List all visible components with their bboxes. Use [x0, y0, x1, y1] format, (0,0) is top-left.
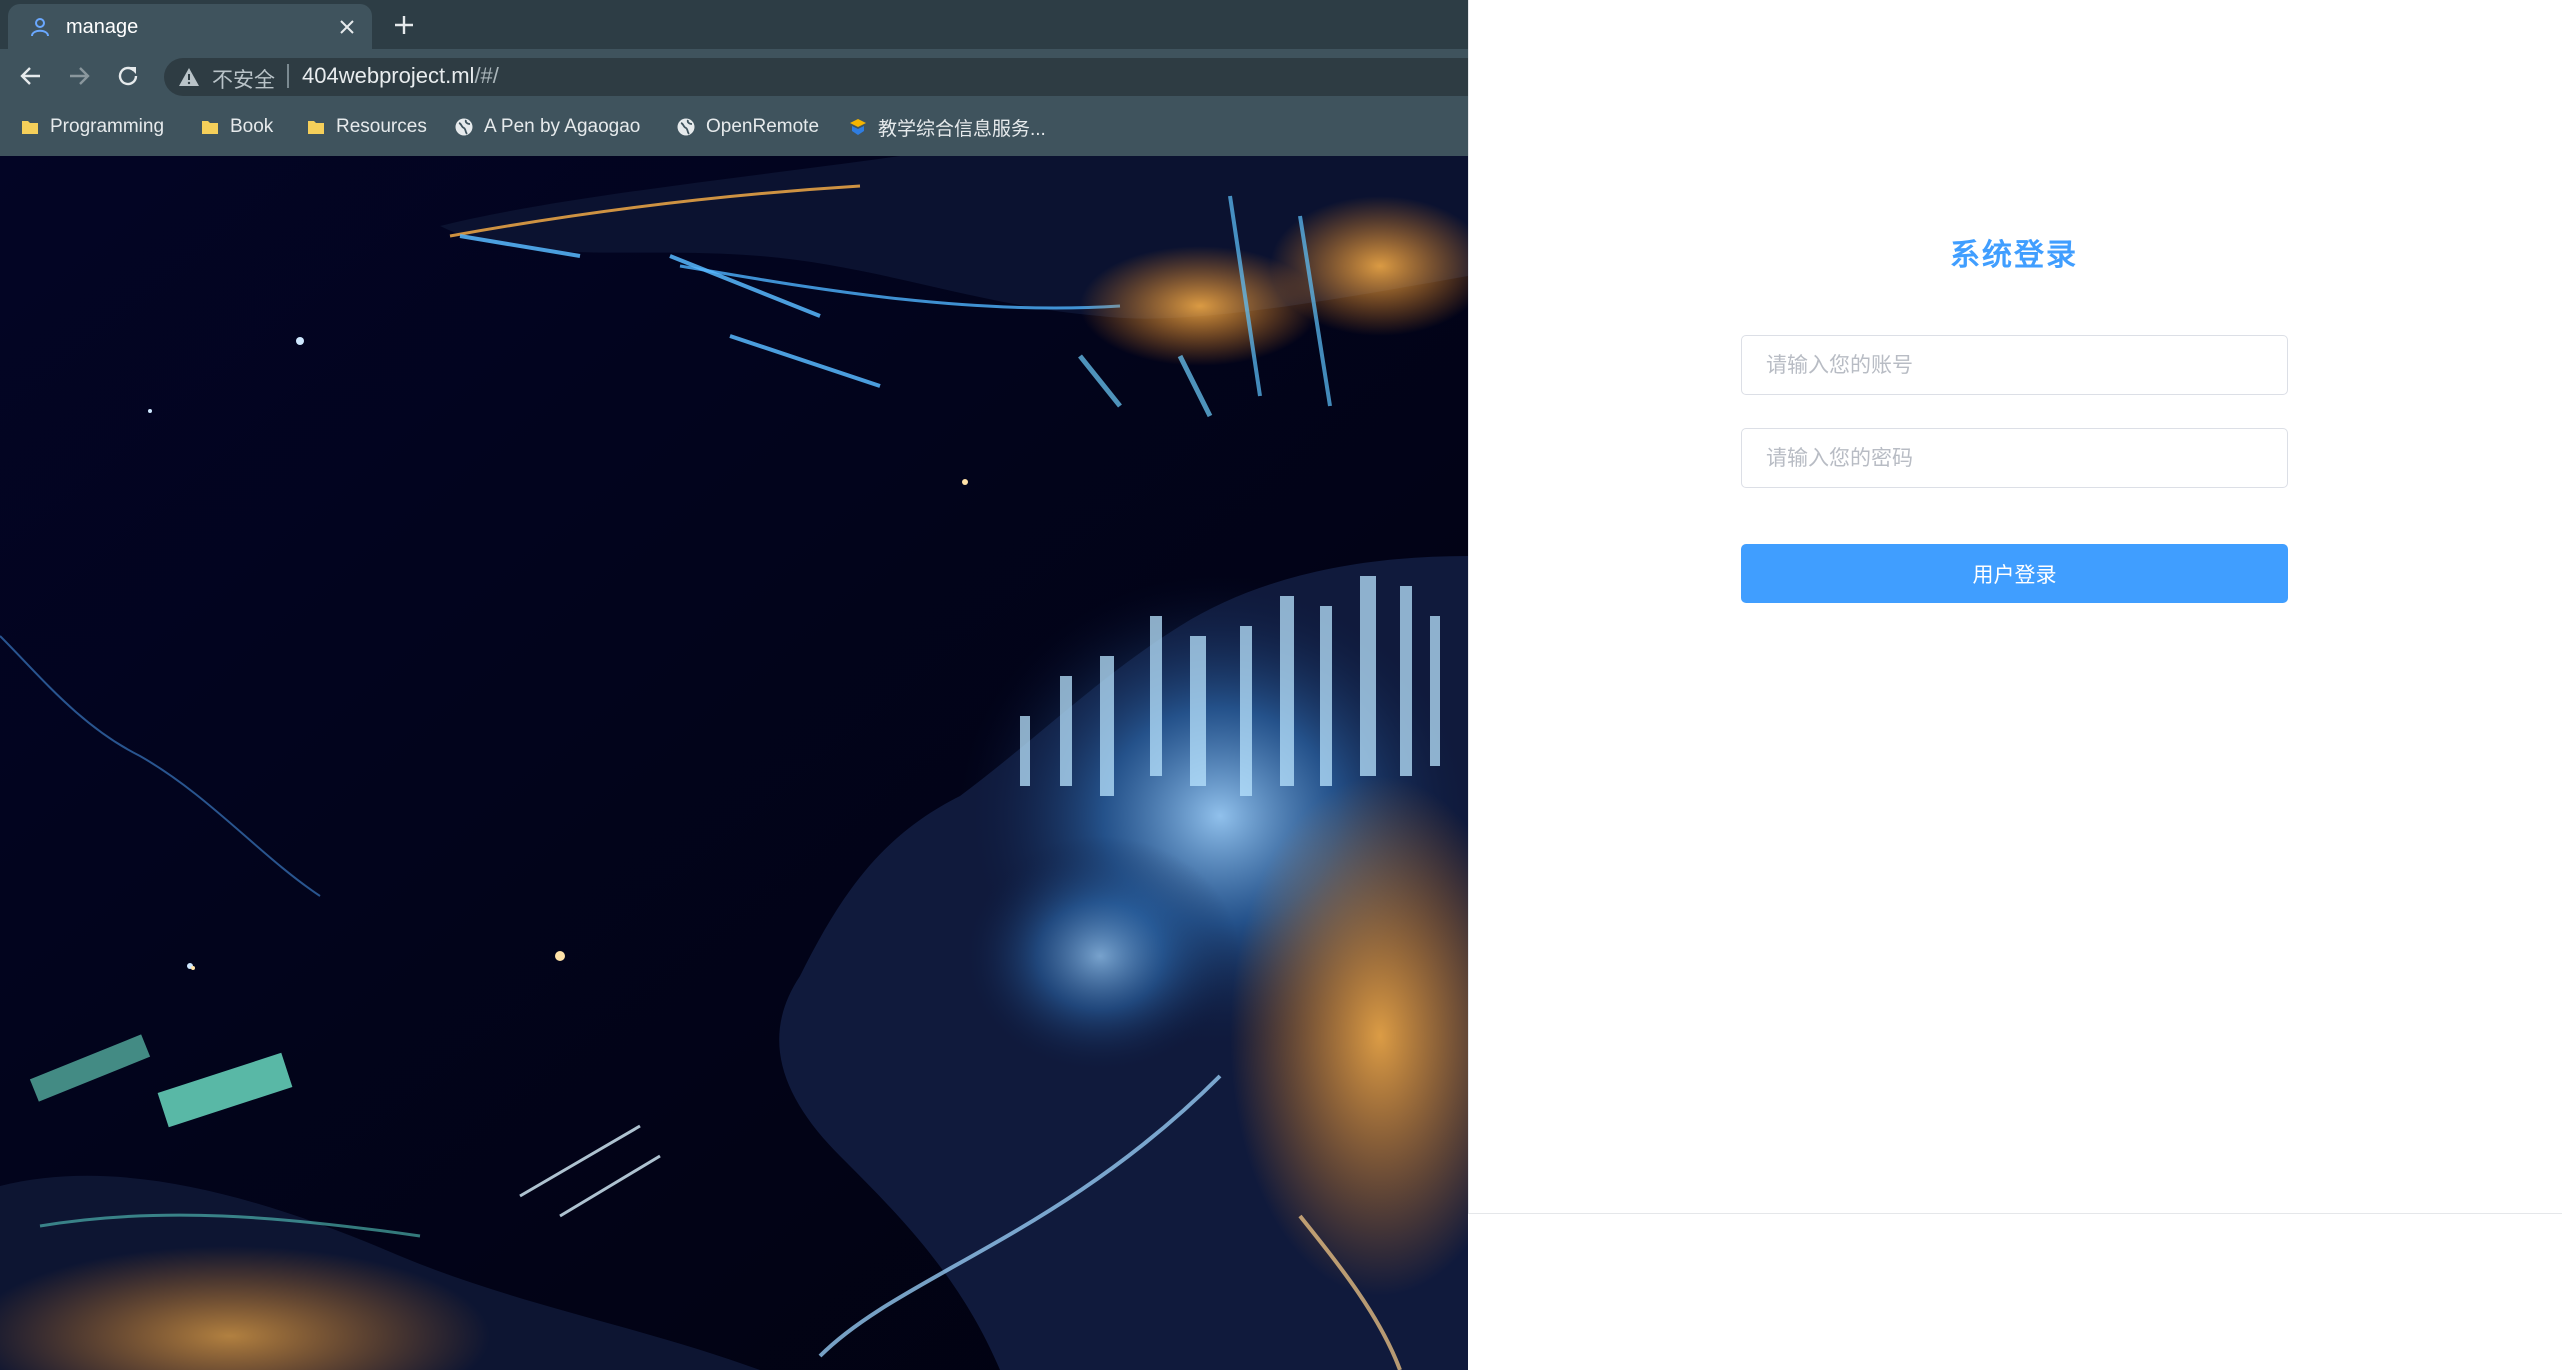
bookmark-programming[interactable]: Programming: [20, 112, 164, 142]
password-input[interactable]: [1741, 428, 2288, 488]
login-panel: [1468, 0, 2562, 1214]
tab-manage[interactable]: manage: [8, 4, 372, 49]
url-host: 404webproject.ml: [302, 63, 475, 88]
bookmark-label: OpenRemote: [706, 116, 820, 137]
bookmark-label: Book: [230, 116, 274, 137]
tab-title: manage: [66, 16, 139, 38]
security-status-label[interactable]: 不安全: [212, 64, 275, 94]
username-input[interactable]: [1741, 335, 2288, 395]
globe-icon: [677, 118, 695, 136]
url-text[interactable]: 404webproject.ml/#/: [302, 63, 499, 89]
bookmark-jiaoxue[interactable]: 教学综合信息服务...: [848, 112, 1046, 142]
bookmark-openremote[interactable]: OpenRemote: [676, 112, 819, 142]
warning-icon[interactable]: [178, 66, 200, 88]
bookmark-label: A Pen by Agaogao: [484, 116, 641, 137]
bookmark-a-pen-by-agaogao[interactable]: A Pen by Agaogao: [454, 112, 640, 142]
close-tab-icon[interactable]: [336, 16, 358, 38]
url-path: /#/: [474, 63, 499, 88]
bookmark-resources[interactable]: Resources: [306, 112, 427, 142]
new-tab-icon[interactable]: [392, 13, 416, 37]
reload-icon[interactable]: [115, 63, 141, 89]
address-divider: [287, 64, 289, 88]
bookmark-label: Resources: [336, 116, 427, 137]
folder-icon: [202, 121, 218, 134]
folder-icon: [308, 121, 324, 134]
login-title: 系统登录: [1950, 239, 2078, 272]
folder-icon: [22, 121, 38, 134]
city-night-photo: [0, 156, 1468, 1370]
forward-icon[interactable]: [66, 63, 92, 89]
bookmark-label: Programming: [50, 116, 165, 137]
login-button[interactable]: 用户登录: [1741, 544, 2288, 603]
bookmark-book[interactable]: Book: [200, 112, 273, 142]
back-icon[interactable]: [18, 63, 44, 89]
bookmark-label: 教学综合信息服务...: [878, 118, 1046, 140]
globe-icon: [455, 118, 473, 136]
site-logo-icon: [850, 119, 866, 135]
user-favicon-icon: [31, 18, 49, 37]
